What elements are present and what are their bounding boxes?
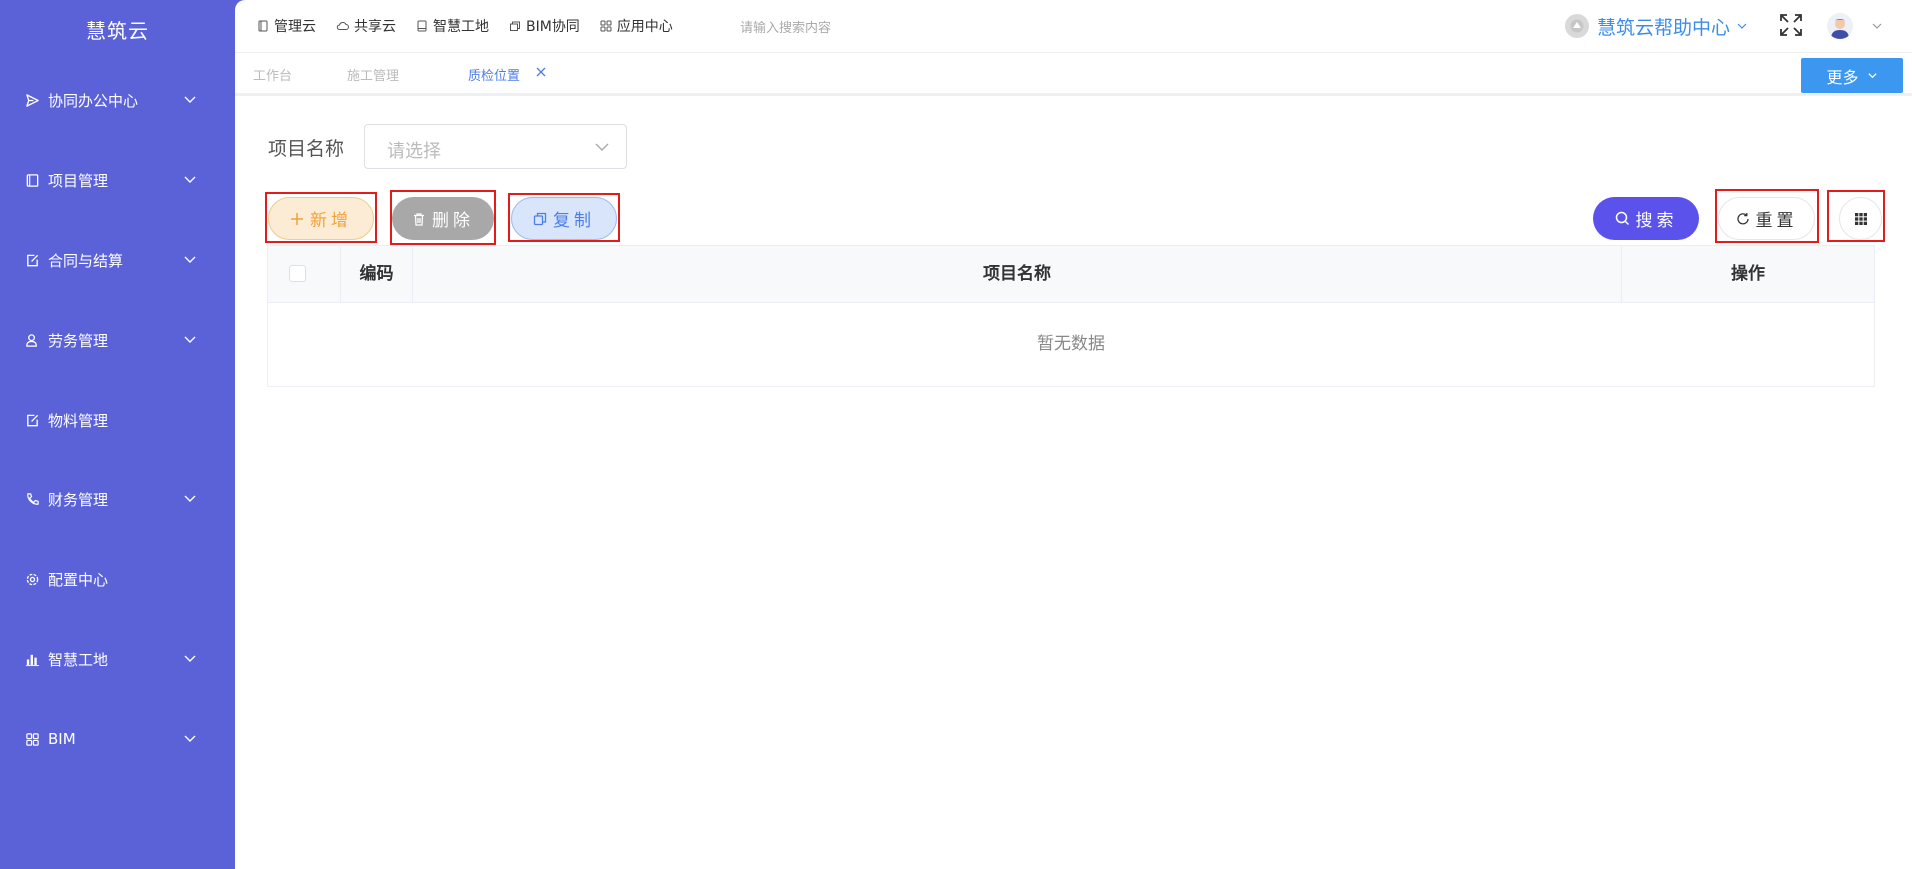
sidebar-item-label: 劳务管理 (48, 331, 109, 350)
column-settings-button[interactable] (1839, 197, 1882, 240)
chevron-down-icon (184, 176, 196, 183)
sidebar-item-label: 协同办公中心 (48, 91, 139, 110)
book-icon (24, 172, 40, 188)
book-icon (417, 20, 427, 32)
sidebar-item-project-management[interactable]: 项目管理 (0, 160, 235, 200)
table-header: 编码 项目名称 操作 (268, 246, 1874, 303)
delete-button-label: 删除 (432, 211, 474, 231)
add-button-label: 新增 (310, 211, 352, 231)
sidebar-item-label: 智慧工地 (48, 650, 109, 669)
user-icon (24, 332, 40, 348)
top-nav-label: 共享云 (354, 19, 396, 35)
help-logo-icon (1565, 14, 1589, 38)
top-nav-management-cloud[interactable]: 管理云 (257, 16, 316, 36)
top-nav-label: 应用中心 (616, 19, 673, 35)
project-name-label: 项目名称 (268, 138, 345, 160)
tab-workbench[interactable]: 工作台 (253, 65, 292, 84)
search-button-label: 搜索 (1635, 211, 1678, 231)
copy-icon (533, 212, 547, 225)
more-tabs-label: 更多 (1826, 67, 1859, 87)
top-bar: 管理云 共享云 智慧工地 BIM协同 应用中心 请输入搜索内容 慧筑云帮助中心 (235, 0, 1912, 52)
sidebar-item-smart-site[interactable]: 智慧工地 (0, 639, 235, 679)
reset-button[interactable]: 重置 (1718, 197, 1815, 240)
chevron-down-icon (184, 655, 196, 662)
fullscreen-icon[interactable] (1778, 12, 1804, 38)
sidebar-item-collab-office[interactable]: 协同办公中心 (0, 80, 235, 120)
grid-icon (600, 20, 612, 32)
top-nav-bim-collab[interactable]: BIM协同 (509, 16, 580, 36)
chevron-down-icon (1737, 23, 1747, 29)
sidebar-item-config-center[interactable]: 配置中心 (0, 559, 235, 599)
doc-icon (258, 20, 268, 32)
sidebar-item-finance-management[interactable]: 财务管理 (0, 479, 235, 519)
bar-chart-icon (24, 651, 40, 667)
grid-icon (1854, 212, 1867, 225)
global-search-input[interactable] (738, 17, 922, 39)
chevron-down-icon (184, 96, 196, 103)
top-nav: 管理云 共享云 智慧工地 BIM协同 应用中心 (257, 16, 693, 36)
top-nav-label: BIM协同 (526, 19, 580, 35)
search-button[interactable]: 搜索 (1593, 197, 1699, 240)
grid-icon (24, 731, 40, 747)
delete-button[interactable]: 删除 (392, 197, 494, 240)
top-nav-label: 管理云 (274, 19, 316, 35)
main-content: 管理云 共享云 智慧工地 BIM协同 应用中心 请输入搜索内容 慧筑云帮助中心 … (235, 0, 1912, 869)
search-icon (1615, 211, 1629, 226)
cloud-icon (336, 22, 349, 30)
sidebar-item-label: 财务管理 (48, 490, 109, 509)
sidebar-item-contract-settlement[interactable]: 合同与结算 (0, 240, 235, 280)
chevron-down-icon (184, 495, 196, 502)
sidebar-item-material-management[interactable]: 物料管理 (0, 400, 235, 440)
refresh-icon (1736, 212, 1749, 224)
chevron-down-icon (184, 256, 196, 263)
sidebar-item-label: 物料管理 (48, 411, 109, 430)
chevron-down-icon (184, 735, 196, 742)
sidebar-item-label: 合同与结算 (48, 251, 124, 270)
reset-button-label: 重置 (1755, 211, 1798, 231)
brand-logo-text: 慧筑云 (86, 19, 149, 43)
sidebar-item-label: 项目管理 (48, 171, 109, 190)
copy-button[interactable]: 复制 (511, 197, 617, 240)
tab-construction-management[interactable]: 施工管理 (347, 65, 399, 84)
stack-icon (510, 21, 520, 31)
top-nav-app-center[interactable]: 应用中心 (600, 16, 673, 36)
column-header-code[interactable]: 编码 (341, 246, 413, 302)
chevron-down-icon (595, 143, 609, 151)
sidebar: 慧筑云 协同办公中心 项目管理 合同与结算 劳务管理 物料管理 财务管理 配置中… (0, 0, 235, 869)
project-name-placeholder: 请选择 (387, 141, 441, 162)
help-center-dropdown[interactable]: 慧筑云帮助中心 (1565, 10, 1748, 42)
top-nav-smart-site[interactable]: 智慧工地 (416, 16, 489, 36)
user-avatar[interactable] (1827, 13, 1853, 39)
chevron-down-icon (184, 336, 196, 343)
chevron-down-icon[interactable] (1871, 20, 1883, 32)
column-header-actions: 操作 (1731, 264, 1765, 284)
phone-icon (24, 491, 40, 507)
sidebar-item-label: BIM (48, 730, 76, 748)
tab-qc-location[interactable]: 质检位置 (468, 65, 520, 84)
chevron-down-icon (1867, 73, 1877, 79)
column-header-project-name[interactable]: 项目名称 (413, 246, 1622, 302)
add-button[interactable]: 新增 (268, 197, 374, 240)
top-nav-label: 智慧工地 (433, 19, 489, 35)
gear-icon (24, 571, 40, 587)
empty-state-text: 暂无数据 (1037, 334, 1105, 354)
close-icon[interactable] (535, 66, 547, 78)
more-tabs-button[interactable]: 更多 (1801, 58, 1903, 93)
tab-bar: 工作台 施工管理 质检位置 更多 (235, 52, 1912, 96)
top-nav-shared-cloud[interactable]: 共享云 (336, 16, 396, 36)
edit-doc-icon (24, 252, 40, 268)
sidebar-item-bim[interactable]: BIM (0, 719, 235, 759)
select-all-checkbox[interactable] (289, 265, 306, 282)
trash-icon (414, 212, 424, 226)
edit-doc-icon (24, 412, 40, 428)
sidebar-item-label: 配置中心 (48, 570, 109, 589)
sidebar-item-labor-management[interactable]: 劳务管理 (0, 320, 235, 360)
send-icon (24, 92, 40, 108)
copy-button-label: 复制 (553, 211, 595, 231)
help-center-label: 慧筑云帮助中心 (1597, 16, 1731, 39)
header-checkbox-cell (268, 246, 341, 302)
plus-icon (291, 212, 303, 225)
project-name-select[interactable]: 请选择 (364, 124, 627, 169)
data-table: 编码 项目名称 操作 暂无数据 (267, 245, 1875, 387)
